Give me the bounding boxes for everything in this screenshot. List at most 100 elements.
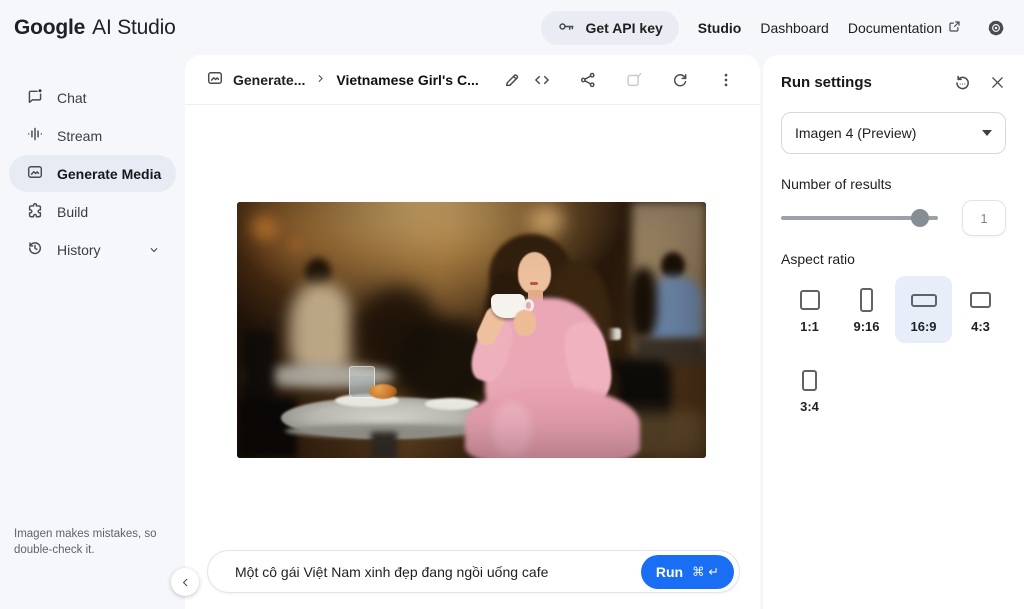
sidebar-item-label: Chat — [57, 90, 87, 106]
key-icon — [557, 17, 576, 39]
media-breadcrumb-icon — [206, 69, 224, 90]
photo-shape — [530, 282, 538, 285]
number-of-results-label: Number of results — [781, 176, 1006, 192]
save-prompt-icon[interactable] — [625, 71, 643, 89]
nav-dashboard[interactable]: Dashboard — [760, 20, 829, 36]
toolbar-actions — [533, 71, 735, 89]
sidebar-item-label: History — [57, 242, 101, 258]
main-content-card: Generate... Vietnamese Girl's C... — [185, 55, 760, 609]
sidebar-item-label: Generate Media — [57, 166, 161, 182]
get-api-key-button[interactable]: Get API key — [541, 11, 678, 45]
aspect-ratio-label: Aspect ratio — [781, 251, 1006, 267]
get-code-icon[interactable] — [533, 71, 551, 89]
share-icon[interactable] — [579, 71, 597, 89]
aspect-16-9-icon — [911, 287, 937, 313]
nav-documentation-label: Documentation — [848, 20, 942, 36]
aspect-option-label: 1:1 — [800, 319, 819, 334]
photo-shape — [514, 310, 536, 336]
aspect-9-16-icon — [860, 287, 873, 313]
history-icon — [26, 239, 44, 260]
logo-suffix: AI Studio — [92, 16, 175, 40]
aspect-option-label: 4:3 — [971, 319, 990, 334]
aspect-3-4-icon — [802, 367, 817, 393]
aspect-option-1-1[interactable]: 1:1 — [781, 276, 838, 343]
photo-shape — [241, 330, 275, 406]
run-settings-panel: Run settings Imagen 4 (Preview) Number o… — [763, 55, 1024, 609]
number-of-results-row: 1 — [781, 207, 1006, 229]
sidebar-item-label: Stream — [57, 128, 102, 144]
results-value-box[interactable]: 1 — [962, 200, 1006, 236]
sidebar-item-generate-media[interactable]: Generate Media — [9, 155, 176, 192]
breadcrumb-separator-icon — [314, 72, 327, 88]
settings-gear-icon[interactable] — [986, 18, 1006, 38]
photo-shape — [629, 268, 657, 338]
sidebar-nav: Chat Stream Generate Media Build History — [0, 55, 185, 268]
photo-shape — [518, 252, 551, 294]
prompt-input[interactable] — [233, 563, 641, 581]
sidebar: Chat Stream Generate Media Build History — [0, 55, 185, 609]
chevron-down-icon[interactable] — [147, 243, 161, 257]
breadcrumb: Generate... Vietnamese Girl's C... — [206, 69, 521, 90]
results-slider[interactable] — [781, 216, 938, 220]
disclaimer-line-1: Imagen makes mistakes, so — [14, 526, 157, 542]
aspect-option-9-16[interactable]: 9:16 — [838, 276, 895, 343]
aspect-option-label: 9:16 — [853, 319, 879, 334]
build-icon — [26, 201, 44, 222]
results-slider-thumb[interactable] — [911, 209, 929, 227]
close-panel-icon[interactable] — [989, 74, 1006, 91]
photo-shape — [251, 214, 277, 240]
external-link-icon — [947, 19, 962, 37]
top-bar: Google AI Studio Get API key Studio Dash… — [0, 0, 1024, 55]
aspect-option-4-3[interactable]: 4:3 — [952, 276, 1009, 343]
photo-shape — [289, 282, 353, 374]
reset-settings-icon[interactable] — [953, 73, 972, 92]
google-ai-studio-logo[interactable]: Google AI Studio — [14, 16, 176, 40]
more-options-kebab-icon[interactable] — [717, 71, 735, 89]
photo-shape — [369, 384, 397, 399]
content-shell: Generate... Vietnamese Girl's C... — [185, 55, 1024, 609]
sidebar-item-history[interactable]: History — [9, 231, 176, 268]
sidebar-item-build[interactable]: Build — [9, 193, 176, 230]
run-button[interactable]: Run ⌘ ↵ — [641, 555, 734, 589]
photo-shape — [465, 387, 640, 458]
aspect-ratio-options: 1:1 9:16 16:9 4:3 3:4 — [781, 276, 1013, 423]
photo-shape — [371, 432, 397, 458]
prompt-bar: Run ⌘ ↵ — [207, 550, 740, 593]
aspect-option-label: 3:4 — [800, 399, 819, 414]
logo-google: Google — [14, 16, 85, 40]
generated-image[interactable] — [237, 202, 706, 458]
run-settings-title: Run settings — [781, 74, 936, 91]
aspect-option-3-4[interactable]: 3:4 — [781, 356, 838, 423]
nav-documentation[interactable]: Documentation — [848, 19, 962, 37]
sidebar-item-label: Build — [57, 204, 88, 220]
dropdown-caret-icon — [982, 130, 992, 136]
aspect-option-label: 16:9 — [910, 319, 936, 334]
sidebar-item-stream[interactable]: Stream — [9, 117, 176, 154]
aspect-4-3-icon — [970, 287, 991, 313]
chat-icon — [26, 87, 44, 108]
model-disclaimer: Imagen makes mistakes, so double-check i… — [14, 526, 157, 558]
breadcrumb-current-title: Vietnamese Girl's C... — [336, 72, 478, 88]
aspect-1-1-icon — [800, 287, 820, 313]
top-nav: Get API key Studio Dashboard Documentati… — [541, 11, 1006, 45]
aspect-option-16-9-selected[interactable]: 16:9 — [895, 276, 952, 343]
photo-shape — [529, 204, 563, 234]
nav-studio[interactable]: Studio — [698, 20, 742, 36]
breadcrumb-parent[interactable]: Generate... — [233, 72, 305, 88]
refresh-icon[interactable] — [671, 71, 689, 89]
edit-title-pencil-icon[interactable] — [503, 71, 521, 89]
stream-waveform-icon — [26, 125, 44, 146]
run-shortcut-hint: ⌘ ↵ — [692, 564, 719, 579]
photo-shape — [425, 398, 479, 410]
disclaimer-line-2: double-check it. — [14, 542, 157, 558]
prompt-toolbar: Generate... Vietnamese Girl's C... — [185, 55, 760, 105]
sidebar-item-chat[interactable]: Chat — [9, 79, 176, 116]
get-api-key-label: Get API key — [585, 20, 662, 36]
model-selector-value: Imagen 4 (Preview) — [795, 125, 916, 141]
photo-shape — [237, 398, 297, 458]
generate-media-icon — [26, 163, 44, 184]
collapse-sidebar-button[interactable] — [171, 568, 199, 596]
run-settings-header: Run settings — [781, 73, 1006, 92]
photo-shape — [289, 238, 303, 252]
model-selector[interactable]: Imagen 4 (Preview) — [781, 112, 1006, 154]
